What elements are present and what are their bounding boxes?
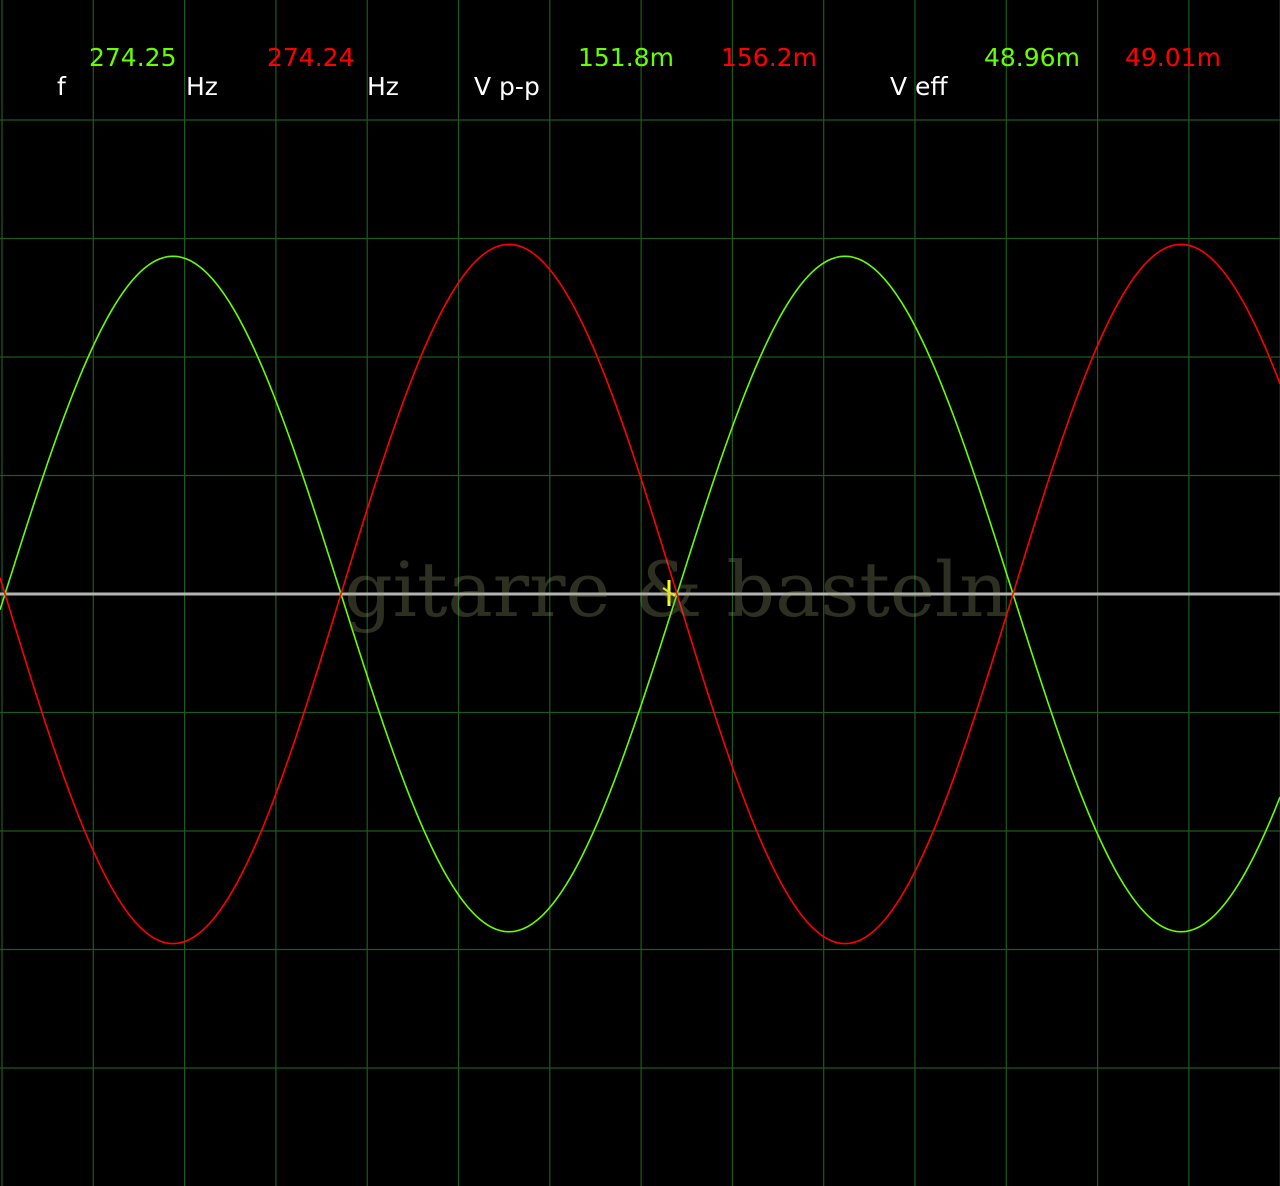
watermark: gitarre & basteln (344, 545, 1009, 634)
freq-ch2-value: 274.24 (267, 43, 355, 72)
vpp-ch1-value: 151.8m (578, 43, 674, 72)
veff-ch2-value: 49.01m (1125, 43, 1221, 72)
freq-ch1-unit: Hz (186, 72, 218, 101)
vpp-label: V p-p (474, 72, 540, 101)
freq-label: f (57, 72, 66, 101)
oscilloscope-screen: gitarre & basteln f 274.25 Hz 274.24 Hz … (0, 0, 1280, 1186)
veff-label: V eff (890, 72, 948, 101)
veff-ch1-value: 48.96m (984, 43, 1080, 72)
freq-ch1-value: 274.25 (89, 43, 177, 72)
freq-ch2-unit: Hz (367, 72, 399, 101)
vpp-ch2-value: 156.2m (721, 43, 817, 72)
